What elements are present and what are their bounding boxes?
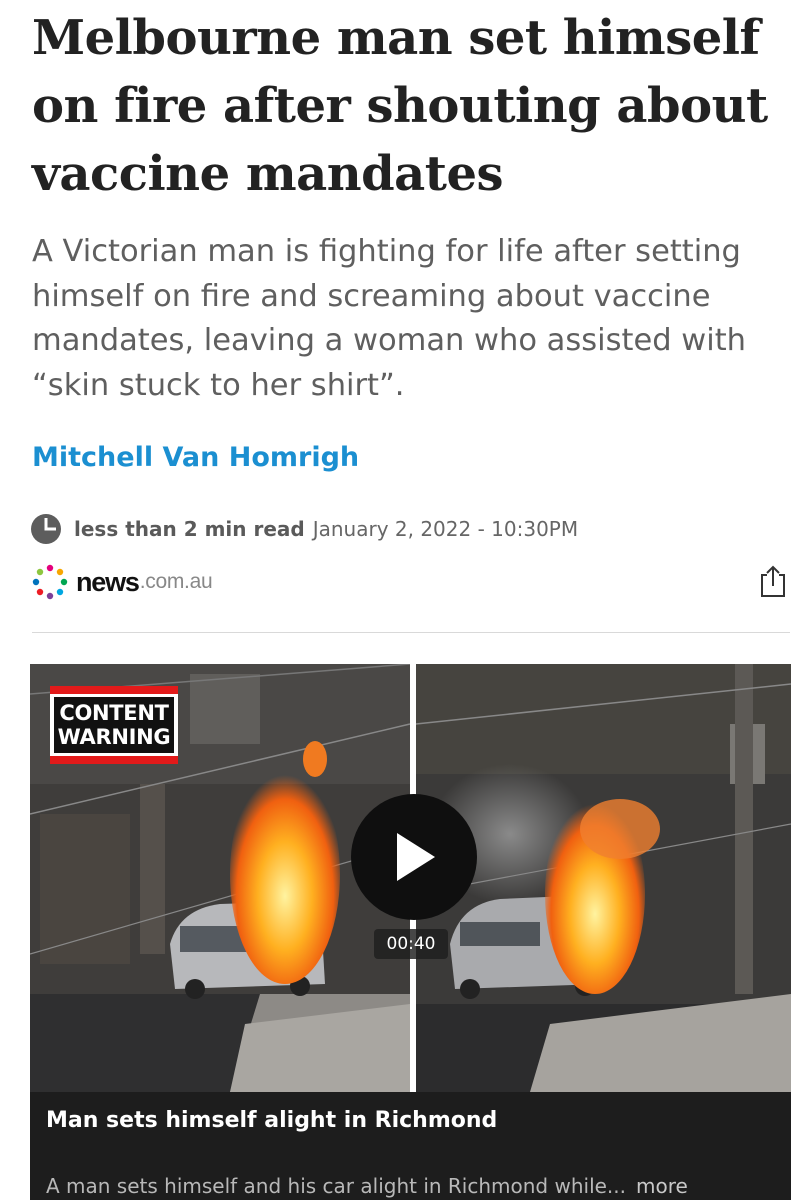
video-card[interactable]: CONTENT WARNING 00:40 Man sets himself a… — [30, 664, 791, 1200]
video-title[interactable]: Man sets himself alight in Richmond — [46, 1108, 497, 1133]
video-duration: 00:40 — [374, 929, 448, 959]
source-row: news .com.au — [30, 562, 790, 602]
video-description-text: A man sets himself and his car alight in… — [46, 1174, 626, 1198]
clock-icon — [30, 513, 62, 545]
section-divider — [32, 632, 790, 633]
article-meta: less than 2 min read January 2, 2022 - 1… — [30, 512, 578, 546]
play-icon — [397, 833, 435, 881]
video-description: A man sets himself and his car alight in… — [46, 1174, 786, 1198]
article-headline: Melbourne man set himself on fire after … — [32, 10, 768, 202]
publish-date: January 2, 2022 - 10:30PM — [312, 517, 579, 541]
content-warning-line1: CONTENT — [59, 701, 169, 725]
read-time: less than 2 min read — [74, 517, 305, 541]
play-button[interactable] — [351, 794, 477, 920]
content-warning-line2: WARNING — [57, 725, 171, 749]
share-icon[interactable] — [758, 564, 788, 598]
more-link[interactable]: more — [636, 1174, 688, 1198]
content-warning-badge: CONTENT WARNING — [50, 686, 178, 764]
news-logo-domain: .com.au — [139, 570, 213, 593]
author-link[interactable]: Mitchell Van Homrigh — [32, 442, 359, 473]
article-standfirst: A Victorian man is fighting for life aft… — [32, 234, 746, 403]
news-logo-word: news — [76, 566, 140, 597]
news-dots-logo-icon — [30, 562, 70, 602]
